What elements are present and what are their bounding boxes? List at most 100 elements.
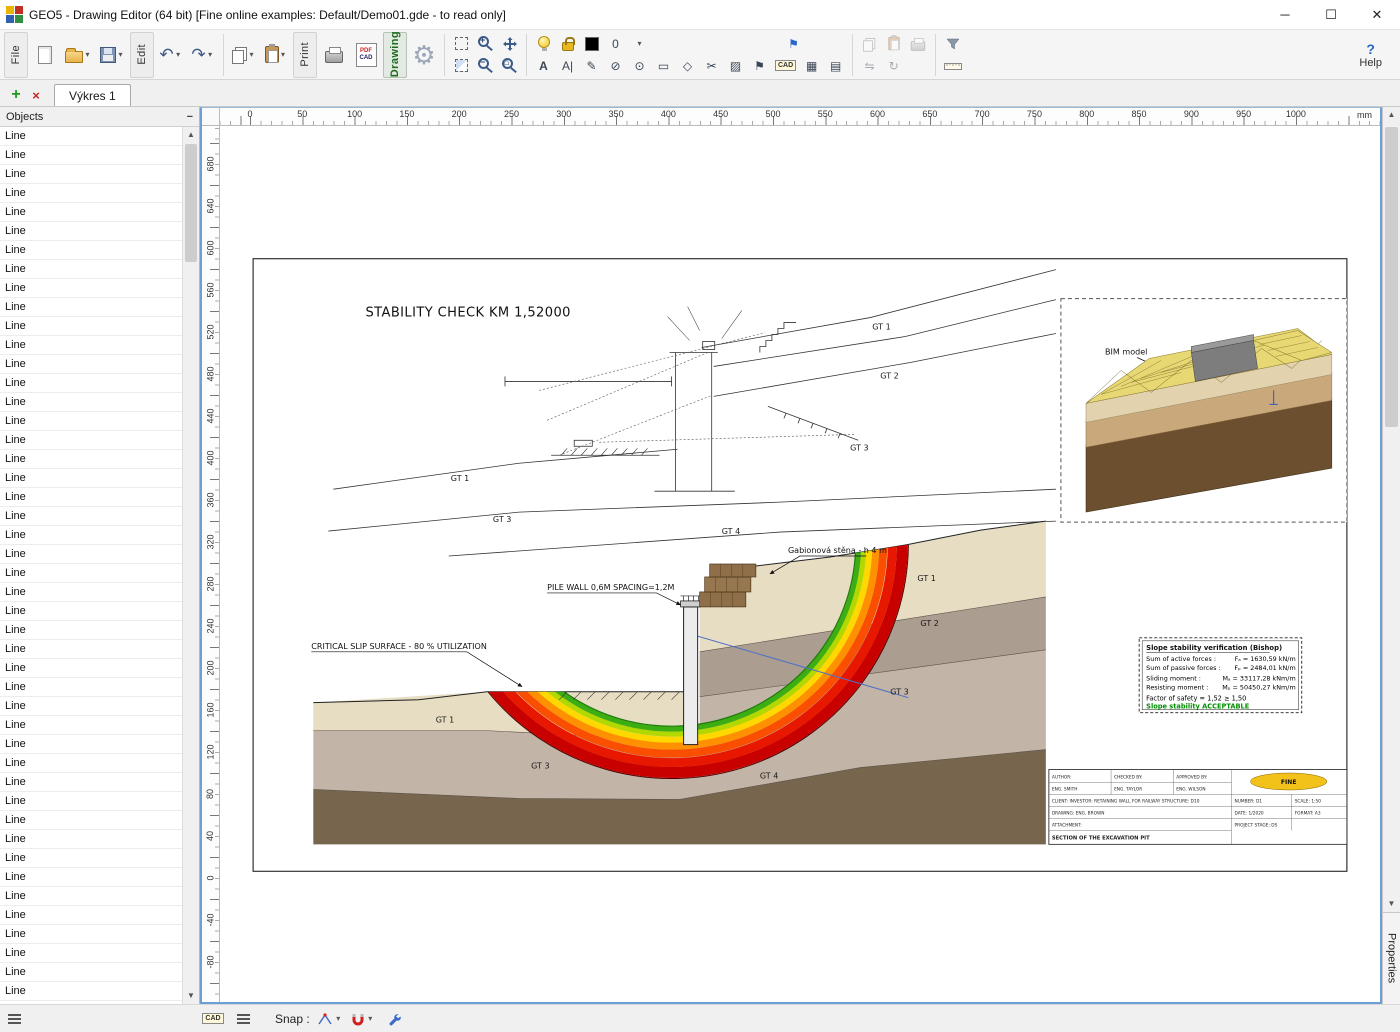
print-button[interactable] (319, 34, 349, 76)
drawing-menu-button[interactable]: Drawing (383, 31, 407, 78)
select-region-button[interactable] (450, 33, 473, 54)
list-item[interactable]: Line (0, 944, 182, 963)
select-fill-button[interactable] (450, 55, 473, 76)
cad-mode-button[interactable]: CAD (201, 1008, 225, 1030)
list-item[interactable]: Line (0, 963, 182, 982)
close-button[interactable]: ✕ (1354, 0, 1400, 30)
list-item[interactable]: Line (0, 773, 182, 792)
magnet-dropdown-arrow[interactable]: ▾ (366, 1014, 375, 1023)
settings-button[interactable]: ⚙ (409, 34, 439, 76)
list-item[interactable]: Line (0, 545, 182, 564)
pen-tool-button[interactable]: ✎ (580, 55, 603, 76)
mirror-button[interactable]: ⇋ (858, 55, 881, 76)
snap-settings-button[interactable] (382, 1008, 406, 1030)
canvas-scrollbar[interactable]: ▲ ▼ (1383, 107, 1400, 912)
filter-button[interactable] (941, 33, 964, 54)
edit-menu-button[interactable]: Edit (130, 31, 154, 78)
tab[interactable]: Výkres 1 (54, 84, 131, 106)
print-preview-button[interactable] (906, 33, 930, 54)
scroll-down-arrow[interactable]: ▼ (183, 988, 199, 1004)
list-item[interactable]: Line (0, 678, 182, 697)
visibility-button[interactable] (532, 33, 555, 54)
style-dropdown[interactable]: ▾ (628, 33, 651, 54)
list-item[interactable]: Line (0, 564, 182, 583)
undo-dropdown-arrow[interactable]: ▾ (174, 50, 183, 59)
rect-tool-button[interactable]: ▭ (652, 55, 675, 76)
collapse-panel-button[interactable]: − (187, 111, 193, 123)
list-item[interactable]: Line (0, 583, 182, 602)
list-item[interactable]: Line (0, 659, 182, 678)
list-item[interactable]: Line (0, 450, 182, 469)
list-item[interactable]: Line (0, 431, 182, 450)
maximize-button[interactable]: ☐ (1308, 0, 1354, 30)
pen-width-value[interactable]: 0 (604, 33, 627, 54)
list-item[interactable]: Line (0, 412, 182, 431)
paste-button[interactable]: ▾ (261, 34, 291, 76)
list-item[interactable]: Line (0, 849, 182, 868)
cad-import-button[interactable]: CAD (772, 55, 799, 76)
scroll-down-arrow[interactable]: ▼ (1383, 896, 1400, 912)
list-item[interactable]: Line (0, 982, 182, 1001)
undo-button[interactable]: ↶ ▾ (156, 34, 186, 76)
table-tool-button[interactable]: ▦ (800, 55, 823, 76)
list-item[interactable]: Line (0, 146, 182, 165)
list-item[interactable]: Line (0, 184, 182, 203)
list-item[interactable]: Line (0, 298, 182, 317)
paste-dropdown-arrow[interactable]: ▾ (279, 50, 288, 59)
list-item[interactable]: Line (0, 203, 182, 222)
list-item[interactable]: Line (0, 887, 182, 906)
measure-button[interactable] (941, 55, 965, 76)
magnet-snap-button[interactable]: ▾ (350, 1008, 376, 1030)
help-button[interactable]: ? Help (1359, 41, 1382, 69)
list-item[interactable]: Line (0, 830, 182, 849)
zoom-extents-button[interactable]: ⌂ (498, 55, 521, 76)
paste-visible-button[interactable] (882, 33, 905, 54)
line-style-button[interactable]: ⊘ (604, 55, 627, 76)
polygon-tool-button[interactable]: ◇ (676, 55, 699, 76)
list-item[interactable]: Line (0, 697, 182, 716)
list-item[interactable]: Line (0, 393, 182, 412)
zoom-out-button[interactable]: − (474, 55, 497, 76)
snap-mode-button[interactable]: ▾ (316, 1008, 344, 1030)
panel-options-icon[interactable] (8, 1013, 21, 1024)
image-tool-button[interactable]: ▤ (824, 55, 847, 76)
scroll-up-arrow[interactable]: ▲ (1383, 107, 1400, 123)
list-item[interactable]: Line (0, 260, 182, 279)
hatch-tool-button[interactable]: ▨ (724, 55, 747, 76)
list-item[interactable]: Line (0, 925, 182, 944)
text-edit-tool-button[interactable]: A| (556, 55, 579, 76)
list-item[interactable]: Line (0, 469, 182, 488)
circle-tool-button[interactable]: ⊙ (628, 55, 651, 76)
list-item[interactable]: Line (0, 754, 182, 773)
pdf-cad-export-button[interactable]: PDF CAD (351, 34, 381, 76)
scroll-track[interactable] (1383, 123, 1400, 896)
close-tab-button[interactable]: × (26, 88, 46, 103)
save-dropdown-arrow[interactable]: ▾ (116, 50, 125, 59)
layer-flag-button[interactable]: ⚑ (782, 33, 805, 54)
list-item[interactable]: Line (0, 621, 182, 640)
redo-dropdown-arrow[interactable]: ▾ (206, 50, 215, 59)
list-item[interactable]: Line (0, 279, 182, 298)
list-item[interactable]: Line (0, 488, 182, 507)
list-item[interactable]: Line (0, 906, 182, 925)
save-button[interactable]: ▾ (97, 34, 128, 76)
list-item[interactable]: Line (0, 317, 182, 336)
list-item[interactable]: Line (0, 165, 182, 184)
scroll-thumb[interactable] (1385, 127, 1398, 427)
list-item[interactable]: Line (0, 602, 182, 621)
zoom-in-button[interactable]: + (474, 33, 497, 54)
line-list-button[interactable] (231, 1008, 255, 1030)
file-menu-button[interactable]: File (4, 31, 28, 78)
new-document-button[interactable] (30, 34, 60, 76)
print-menu-button[interactable]: Print (293, 31, 317, 78)
list-item[interactable]: Line (0, 374, 182, 393)
scroll-up-arrow[interactable]: ▲ (183, 127, 199, 143)
properties-tab[interactable]: Properties (1383, 912, 1400, 1004)
redo-button[interactable]: ↷ ▾ (188, 34, 218, 76)
list-item[interactable]: Line (0, 640, 182, 659)
list-item[interactable]: Line (0, 127, 182, 146)
lock-button[interactable] (556, 33, 579, 54)
list-item[interactable]: Line (0, 241, 182, 260)
open-button[interactable]: ▾ (62, 34, 95, 76)
drawing-viewport[interactable]: STABILITY CHECK KM 1,52000 GT 1 GT 2 GT … (220, 126, 1380, 1002)
